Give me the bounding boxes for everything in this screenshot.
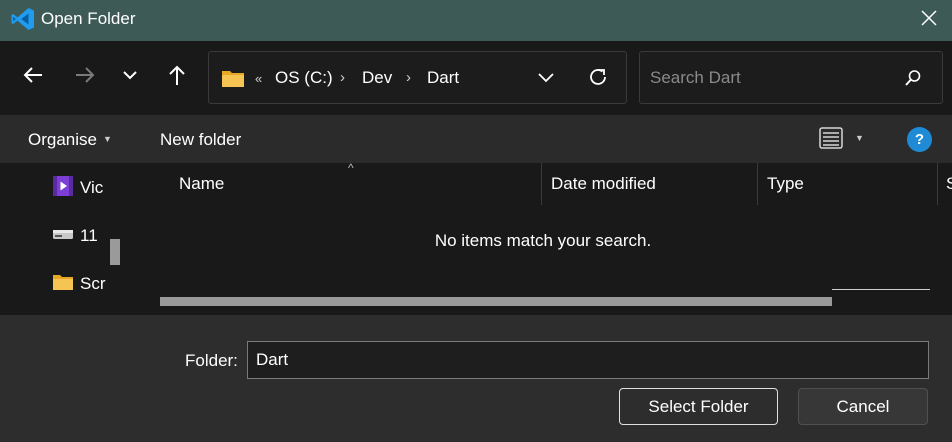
videos-icon (52, 175, 74, 202)
file-list: ^ Name Date modified Type S No items mat… (134, 161, 952, 315)
address-segment-drive[interactable]: OS (C:) (275, 68, 333, 88)
column-header-date-modified[interactable]: Date modified (551, 163, 656, 205)
address-separator[interactable]: › (340, 69, 345, 86)
organise-button[interactable]: Organise ▼ (28, 130, 112, 150)
title-bar: Open Folder (0, 0, 952, 41)
command-bar: Organise ▼ New folder ▼ ? (0, 115, 952, 163)
chevron-down-icon (537, 68, 555, 91)
address-separator[interactable]: › (406, 69, 411, 86)
sort-ascending-icon: ^ (348, 161, 354, 175)
horizontal-scrollbar[interactable] (160, 297, 832, 306)
refresh-button[interactable] (583, 64, 613, 94)
column-header-size[interactable]: S (946, 163, 952, 205)
nav-item-label: Vic (80, 178, 104, 197)
address-dropdown-button[interactable] (531, 64, 561, 94)
folder-name-input[interactable] (247, 341, 929, 379)
new-folder-button[interactable]: New folder (160, 130, 241, 150)
navigation-pane: Vic 11 Scr (0, 163, 134, 315)
nav-item-folder[interactable]: Scr (52, 272, 106, 296)
column-header-name[interactable]: Name (179, 163, 224, 205)
column-divider[interactable] (541, 163, 542, 205)
address-bar[interactable]: « OS (C:) › Dev › Dart (208, 51, 627, 104)
nav-item-videos[interactable]: Vic (52, 175, 104, 202)
organise-label: Organise (28, 130, 97, 149)
recent-locations-button[interactable] (115, 62, 145, 92)
nav-pane-scrollbar[interactable] (110, 239, 120, 265)
nav-item-drive[interactable]: 11 (52, 224, 98, 248)
window-title: Open Folder (41, 9, 136, 28)
cancel-button[interactable]: Cancel (798, 388, 928, 425)
column-divider[interactable] (937, 163, 938, 205)
forward-button[interactable] (70, 62, 100, 92)
close-button[interactable] (906, 0, 952, 41)
chevron-down-icon (122, 67, 138, 88)
close-icon (921, 10, 937, 31)
folder-icon (221, 68, 245, 93)
caret-down-icon[interactable]: ▼ (855, 133, 864, 143)
address-segment-dart[interactable]: Dart (427, 68, 459, 88)
search-icon[interactable] (904, 69, 922, 92)
column-divider[interactable] (757, 163, 758, 205)
drive-icon (52, 227, 74, 246)
select-folder-button[interactable]: Select Folder (619, 388, 778, 425)
column-header-type[interactable]: Type (767, 163, 804, 205)
vscode-icon (10, 6, 36, 32)
search-box[interactable] (639, 51, 943, 104)
view-options-button[interactable] (819, 127, 843, 154)
folder-icon (52, 273, 74, 296)
scrollbar-track (832, 289, 930, 290)
caret-down-icon: ▼ (102, 134, 112, 144)
browser-content: Vic 11 Scr ^ Name Date modified Type S N… (0, 161, 952, 315)
up-button[interactable] (162, 62, 192, 92)
refresh-icon (587, 66, 609, 93)
address-segment-dev[interactable]: Dev (362, 68, 392, 88)
arrow-right-icon (74, 64, 96, 91)
back-button[interactable] (18, 62, 48, 92)
arrow-left-icon (22, 64, 44, 91)
nav-item-label: 11 (80, 226, 98, 245)
search-input[interactable] (650, 68, 890, 88)
dialog-footer: Folder: Select Folder Cancel (0, 315, 952, 442)
help-button[interactable]: ? (907, 127, 932, 152)
arrow-up-icon (166, 64, 188, 91)
address-overflow[interactable]: « (255, 71, 262, 86)
navigation-bar: « OS (C:) › Dev › Dart (0, 41, 952, 115)
nav-item-label: Scr (80, 274, 106, 293)
folder-label: Folder: (185, 351, 238, 370)
empty-message: No items match your search. (434, 231, 652, 250)
